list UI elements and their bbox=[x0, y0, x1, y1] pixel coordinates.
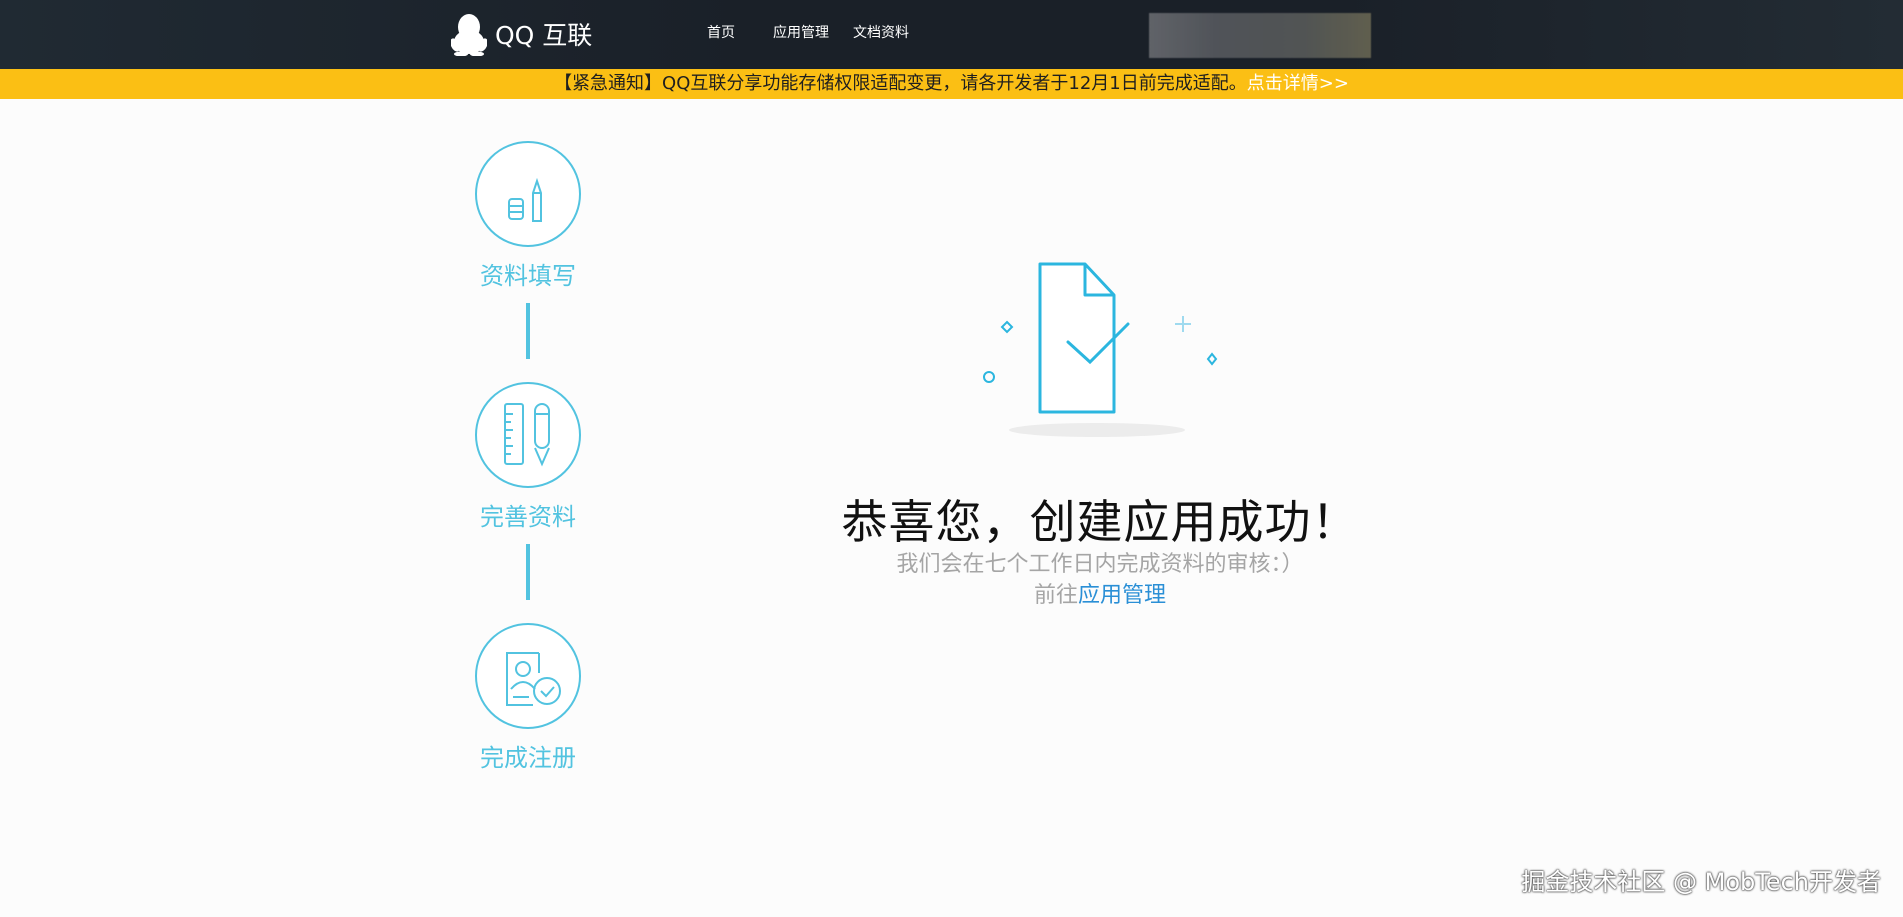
step-2-label: 完善资料 bbox=[480, 503, 576, 531]
notice-text: 【紧急通知】QQ互联分享功能存储权限适配变更，请各开发者于12月1日前完成适配。 bbox=[554, 73, 1247, 94]
edit-tools-icon bbox=[508, 177, 542, 222]
nav-home[interactable]: 首页 bbox=[707, 22, 735, 42]
step-3-circle bbox=[475, 623, 581, 729]
notice-details-link[interactable]: 点击详情>> bbox=[1247, 73, 1349, 94]
goto-prefix: 前往 bbox=[1033, 583, 1078, 608]
goto-line: 前往应用管理 bbox=[700, 577, 1500, 609]
profile-check-icon bbox=[506, 652, 561, 706]
nav-documents[interactable]: 文档资料 bbox=[853, 22, 909, 42]
nav-app-management[interactable]: 应用管理 bbox=[773, 22, 829, 42]
qq-logo[interactable]: QQ 互联 bbox=[451, 12, 592, 56]
user-account-area[interactable] bbox=[1149, 13, 1371, 58]
step-connector-2 bbox=[526, 544, 530, 600]
step-2-circle bbox=[475, 382, 581, 488]
top-navbar: QQ 互联 首页 应用管理 文档资料 bbox=[0, 0, 1903, 69]
ruler-pen-icon bbox=[504, 403, 550, 467]
success-title: 恭喜您，创建应用成功！ bbox=[841, 495, 1359, 549]
step-connector-1 bbox=[526, 303, 530, 359]
document-success-icon bbox=[983, 262, 1218, 437]
app-management-link[interactable]: 应用管理 bbox=[1078, 583, 1166, 608]
watermark: 掘金技术社区 @ MobTech开发者 bbox=[1521, 868, 1881, 896]
review-notice-text: 我们会在七个工作日内完成资料的审核：） bbox=[896, 552, 1304, 577]
penguin-icon bbox=[451, 14, 487, 56]
step-1-circle bbox=[475, 141, 581, 247]
urgent-notice-bar: 【紧急通知】QQ互联分享功能存储权限适配变更，请各开发者于12月1日前完成适配。… bbox=[0, 69, 1903, 99]
step-1-label: 资料填写 bbox=[480, 262, 576, 290]
logo-text: QQ 互联 bbox=[495, 21, 593, 50]
step-3-label: 完成注册 bbox=[480, 744, 576, 772]
